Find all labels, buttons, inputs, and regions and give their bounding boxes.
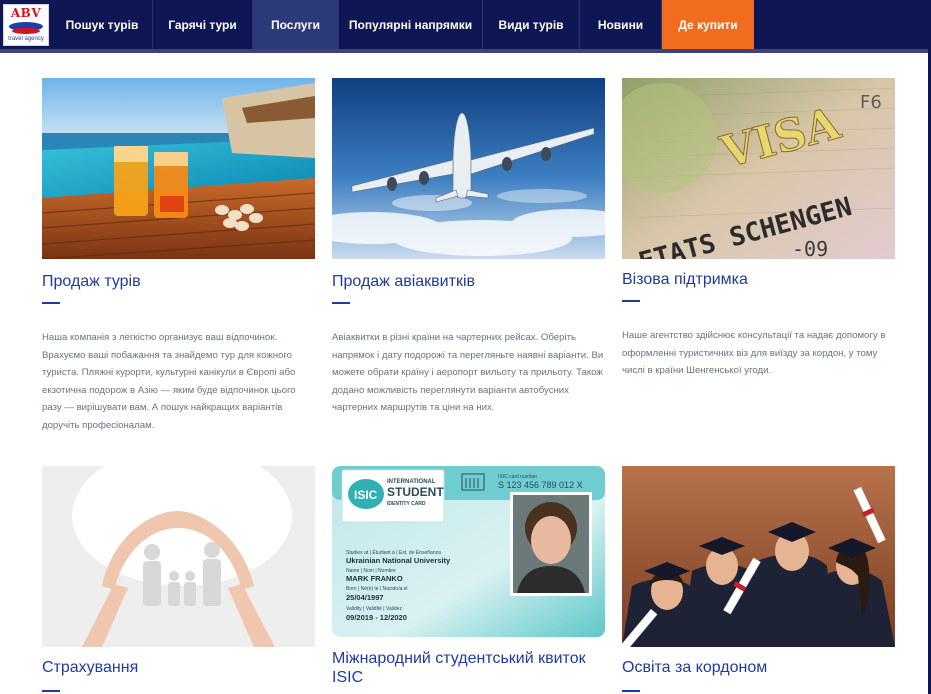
isic-name: MARK FRANKO bbox=[346, 574, 403, 583]
top-bar: ABV travel agency Пошук турів Гарячі тур… bbox=[0, 0, 931, 56]
beach-drinks-illustration bbox=[42, 78, 315, 259]
logo-subtext: travel agency bbox=[8, 36, 44, 42]
service-card-flights[interactable]: Продаж авіаквитків Авіаквитки в різні кр… bbox=[332, 78, 605, 438]
nav-item-news[interactable]: Новини bbox=[580, 0, 662, 49]
education-image[interactable] bbox=[622, 466, 895, 647]
family-protection-illustration bbox=[42, 466, 315, 647]
airplane-illustration bbox=[332, 78, 605, 259]
nav-item-hot-tours[interactable]: Гарячі тури bbox=[153, 0, 253, 49]
isic-badge-text: ISIC bbox=[354, 488, 378, 502]
logo-swoosh-red-icon bbox=[12, 28, 40, 34]
isic-image[interactable]: ISIC INTERNATIONAL STUDENT IDENTITY CARD… bbox=[332, 466, 605, 647]
isic-studies-label: Studies at | Étudiant à | Est. de Enseña… bbox=[346, 549, 441, 556]
service-card-insurance[interactable]: Страхування bbox=[42, 466, 315, 694]
card-title[interactable]: Продаж авіаквитків bbox=[332, 272, 605, 292]
title-underline bbox=[42, 302, 60, 304]
isic-number: S 123 456 789 012 X bbox=[498, 480, 583, 490]
title-underline bbox=[622, 690, 640, 692]
service-card-education[interactable]: Освіта за кордоном bbox=[622, 466, 895, 694]
isic-validity-label: Validity | Validité | Validez bbox=[346, 606, 402, 612]
visa-image[interactable]: VISA ETATS SCHENGEN -09 F6 bbox=[622, 78, 895, 259]
card-description: Авіаквитки в різні країни на чартерних р… bbox=[332, 332, 604, 413]
navbar-underline bbox=[0, 49, 931, 53]
card-title[interactable]: Міжнародний студентський квиток bbox=[332, 649, 605, 669]
flights-image[interactable] bbox=[332, 78, 605, 259]
isic-card-illustration: ISIC INTERNATIONAL STUDENT IDENTITY CARD… bbox=[332, 466, 605, 637]
card-title[interactable]: Продаж турів bbox=[42, 272, 315, 292]
isic-university: Ukrainian National University bbox=[346, 556, 451, 565]
isic-validity: 09/2019 - 12/2020 bbox=[346, 613, 407, 622]
card-title[interactable]: Візова підтримка bbox=[622, 270, 895, 290]
logo-text: ABV bbox=[10, 6, 42, 20]
isic-born: 25/04/1997 bbox=[346, 593, 384, 602]
nav-item-tour-types[interactable]: Види турів bbox=[483, 0, 580, 49]
service-card-visa[interactable]: VISA ETATS SCHENGEN -09 F6 Візова підтри… bbox=[622, 78, 895, 438]
isic-brand-line2: STUDENT bbox=[387, 485, 444, 499]
isic-born-label: Born | Né(e) le | Nacido/a el bbox=[346, 586, 408, 592]
card-subtitle[interactable]: ISIC bbox=[332, 668, 605, 688]
graduates-illustration bbox=[622, 466, 895, 647]
nav-item-popular-destinations[interactable]: Популярні напрямки bbox=[339, 0, 483, 49]
isic-brand-line3: IDENTITY CARD bbox=[387, 501, 426, 507]
service-card-isic[interactable]: ISIC INTERNATIONAL STUDENT IDENTITY CARD… bbox=[332, 466, 605, 694]
title-underline bbox=[42, 690, 60, 692]
title-underline bbox=[622, 300, 640, 302]
tours-image[interactable] bbox=[42, 78, 315, 259]
nav-item-tour-search[interactable]: Пошук турів bbox=[52, 0, 153, 49]
main-nav: Пошук турів Гарячі тури Послуги Популярн… bbox=[52, 0, 754, 49]
site-logo[interactable]: ABV travel agency bbox=[3, 4, 49, 46]
card-description: Наша компанія з легкістю организує ваш в… bbox=[42, 332, 296, 431]
service-card-tours[interactable]: Продаж турів Наша компанія з легкістю ор… bbox=[42, 78, 315, 438]
insurance-image[interactable] bbox=[42, 466, 315, 647]
nav-item-services[interactable]: Послуги bbox=[253, 0, 339, 49]
schengen-visa-illustration: VISA ETATS SCHENGEN -09 F6 bbox=[622, 78, 895, 259]
title-underline bbox=[332, 302, 350, 304]
visa-corner-text: F6 bbox=[860, 92, 882, 113]
card-title[interactable]: Освіта за кордоном bbox=[622, 658, 895, 678]
card-title[interactable]: Страхування bbox=[42, 658, 315, 678]
card-description: Наше агентство здійснює консультації та … bbox=[622, 330, 886, 376]
nav-item-where-to-buy[interactable]: Де купити bbox=[662, 0, 754, 49]
visa-date-text: -09 bbox=[792, 237, 828, 259]
